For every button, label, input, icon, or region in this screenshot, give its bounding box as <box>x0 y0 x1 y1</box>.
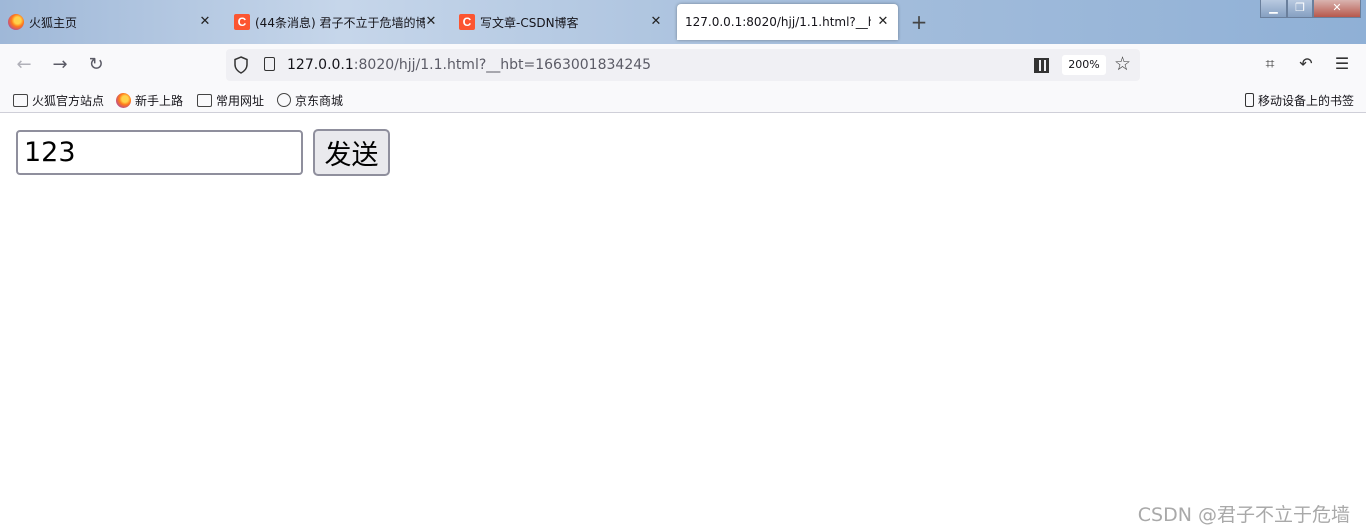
csdn-icon: C <box>234 14 250 30</box>
qr-code-icon[interactable] <box>1034 58 1049 73</box>
tab-active-local-page[interactable]: 127.0.0.1:8020/hjj/1.1.html?__hbt ✕ <box>677 4 898 40</box>
restore-button[interactable]: ❐ <box>1287 0 1313 18</box>
window-controls: ▁ ❐ ✕ <box>1260 0 1361 18</box>
page-info-icon[interactable] <box>264 57 275 71</box>
csdn-icon: C <box>459 14 475 30</box>
message-input[interactable] <box>16 130 303 175</box>
url-text[interactable]: 127.0.0.1:8020/hjj/1.1.html?__hbt=166300… <box>287 57 651 73</box>
bookmark-label: 京东商城 <box>295 93 344 108</box>
undo-icon[interactable]: ↶ <box>1295 53 1317 75</box>
shield-icon[interactable] <box>234 56 248 74</box>
tab-strip: 火狐主页 ✕ C (44条消息) 君子不立于危墙的博 ✕ C 写文章-CSDN博… <box>0 0 1366 44</box>
tab-title: 写文章-CSDN博客 <box>480 15 579 30</box>
menu-icon[interactable]: ☰ <box>1331 53 1353 75</box>
bookmark-label: 常用网址 <box>216 93 265 108</box>
bookmark-star-icon[interactable]: ☆ <box>1114 53 1131 75</box>
bookmark-label: 新手上路 <box>135 93 184 108</box>
tab-csdn-messages[interactable]: C (44条消息) 君子不立于危墙的博 ✕ <box>234 4 440 40</box>
tab-title: 127.0.0.1:8020/hjj/1.1.html?__hbt <box>685 15 871 29</box>
crop-screenshot-icon[interactable]: ⌗ <box>1259 53 1281 75</box>
mobile-phone-icon <box>1244 93 1254 107</box>
firefox-icon <box>8 14 24 30</box>
bookmark-label: 移动设备上的书签 <box>1257 93 1354 108</box>
csdn-watermark: CSDN @君子不立于危墙 <box>1137 504 1350 526</box>
close-tab-icon[interactable]: ✕ <box>649 14 663 30</box>
nav-toolbar: ← → ↻ 127.0.0.1:8020/hjj/1.1.html?__hbt=… <box>0 44 1366 86</box>
tab-csdn-write[interactable]: C 写文章-CSDN博客 ✕ <box>459 4 665 40</box>
bookmark-getting-started[interactable]: 新手上路 <box>116 91 183 109</box>
back-button[interactable]: ← <box>11 52 37 78</box>
close-tab-icon[interactable]: ✕ <box>198 14 212 30</box>
minimize-button[interactable]: ▁ <box>1260 0 1287 18</box>
new-tab-button[interactable]: + <box>908 12 930 34</box>
forward-button[interactable]: → <box>47 52 73 78</box>
tab-firefox-home[interactable]: 火狐主页 ✕ <box>8 4 214 40</box>
close-window-button[interactable]: ✕ <box>1313 0 1361 18</box>
bookmark-firefox-official[interactable]: 火狐官方站点 <box>13 91 104 109</box>
url-host: 127.0.0.1 <box>287 57 354 73</box>
url-path: :8020/hjj/1.1.html?__hbt=1663001834245 <box>353 57 652 73</box>
bookmark-common-sites[interactable]: 常用网址 <box>197 91 264 109</box>
folder-icon <box>197 93 212 107</box>
zoom-level-badge[interactable]: 200% <box>1062 55 1106 75</box>
folder-icon <box>13 93 28 107</box>
firefox-icon <box>116 92 131 108</box>
globe-icon <box>277 93 291 107</box>
send-button[interactable]: 发送 <box>313 129 390 176</box>
tab-title: (44条消息) 君子不立于危墙的博 <box>255 15 425 30</box>
reload-button[interactable]: ↻ <box>83 52 109 78</box>
url-bar[interactable]: 127.0.0.1:8020/hjj/1.1.html?__hbt=166300… <box>226 49 1140 81</box>
bookmark-jd-mall[interactable]: 京东商城 <box>277 91 343 109</box>
bookmark-label: 火狐官方站点 <box>32 93 105 108</box>
close-tab-icon[interactable]: ✕ <box>424 14 438 30</box>
bookmarks-bar: 火狐官方站点 新手上路 常用网址 京东商城 移动设备上的书签 <box>0 86 1366 113</box>
tab-title: 火狐主页 <box>29 15 78 30</box>
bookmark-mobile-devices[interactable]: 移动设备上的书签 <box>1244 91 1354 109</box>
close-tab-icon[interactable]: ✕ <box>876 14 890 30</box>
